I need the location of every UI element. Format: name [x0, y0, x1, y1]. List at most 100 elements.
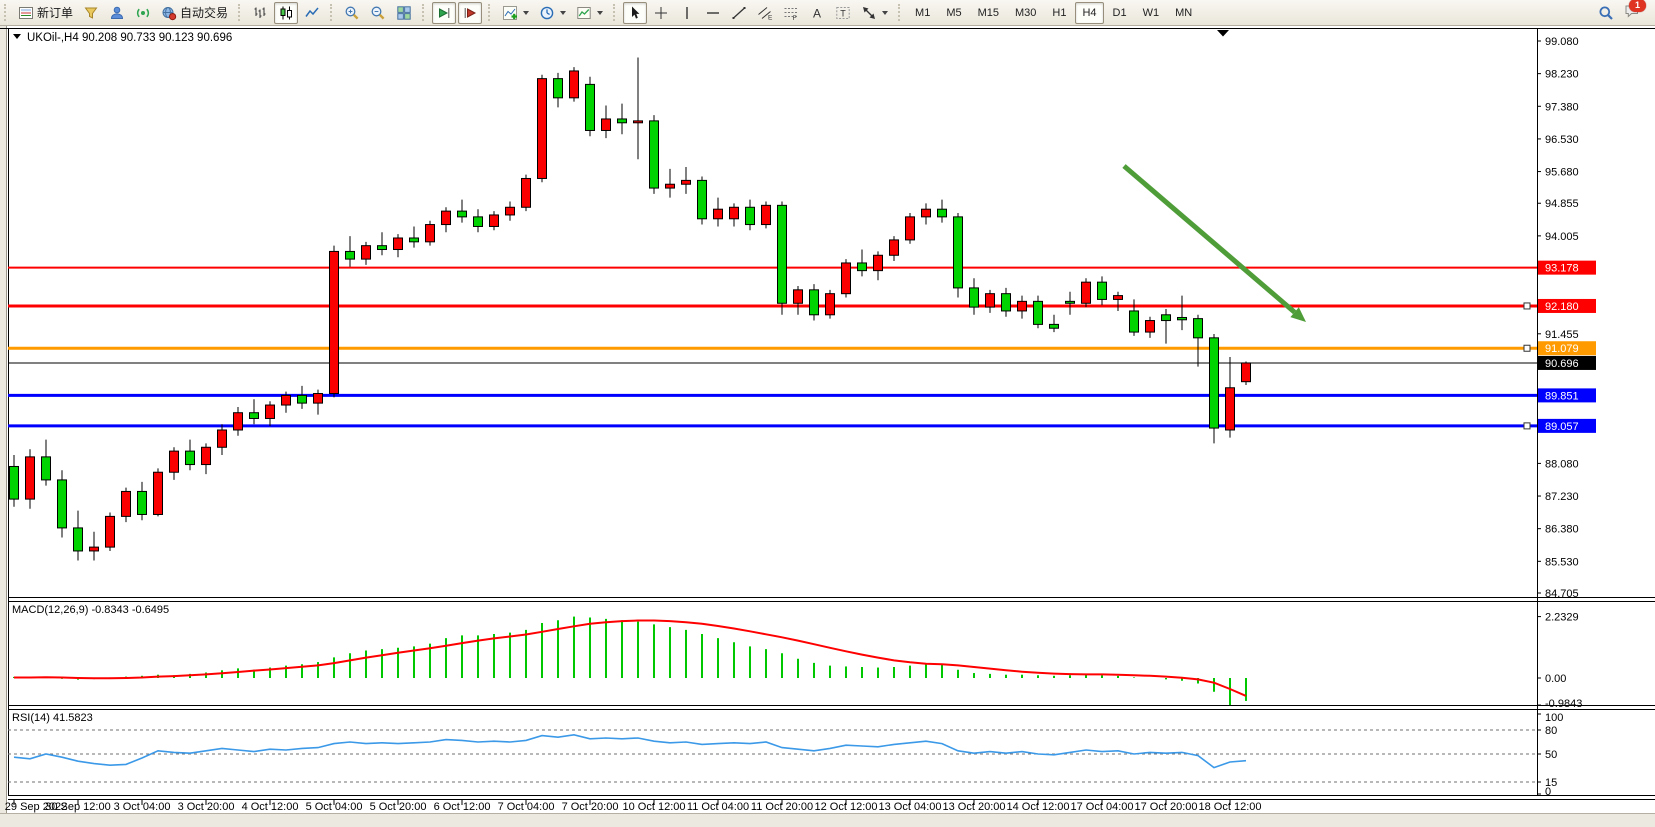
- chart-type-group: [236, 2, 327, 24]
- tile-windows-button[interactable]: [392, 2, 416, 24]
- tf-h4-button[interactable]: H4: [1075, 2, 1103, 24]
- svg-text:5 Oct 20:00: 5 Oct 20:00: [370, 801, 427, 813]
- zoom-in-icon: [344, 5, 360, 21]
- cursor-button[interactable]: [623, 2, 647, 24]
- zoom-group: [328, 2, 419, 24]
- trendline-icon: [731, 5, 747, 21]
- chart-shift-button[interactable]: [458, 2, 482, 24]
- svg-text:18 Oct 12:00: 18 Oct 12:00: [1199, 801, 1262, 813]
- community-button[interactable]: [105, 2, 129, 24]
- auto-trading-button-label: 自动交易: [180, 4, 228, 21]
- indicators-icon: [502, 5, 518, 21]
- tf-d1-button[interactable]: D1: [1106, 2, 1134, 24]
- chevron-down-icon: [560, 11, 566, 15]
- search-button[interactable]: [1594, 2, 1618, 24]
- svg-text:F: F: [793, 15, 797, 21]
- svg-text:85.530: 85.530: [1545, 556, 1579, 568]
- text-label-icon: T: [835, 5, 851, 21]
- templates-button[interactable]: [572, 2, 607, 24]
- trendline-button[interactable]: [727, 2, 751, 24]
- tf-mn-button[interactable]: MN: [1168, 2, 1199, 24]
- auto-scroll-button[interactable]: [432, 2, 456, 24]
- horizontal-line-button[interactable]: [701, 2, 725, 24]
- tf-m30-button-label: M30: [1015, 7, 1036, 19]
- funnel-icon: [83, 5, 99, 21]
- svg-text:91.079: 91.079: [1545, 343, 1579, 355]
- hline-icon: [705, 5, 721, 21]
- svg-text:98.230: 98.230: [1545, 69, 1579, 81]
- vline-icon: [679, 5, 695, 21]
- svg-text:7 Oct 20:00: 7 Oct 20:00: [562, 801, 619, 813]
- text-button[interactable]: A: [805, 2, 829, 24]
- equidistant-channel-button[interactable]: E: [753, 2, 777, 24]
- tf-w1-button[interactable]: W1: [1136, 2, 1167, 24]
- svg-text:0.00: 0.00: [1545, 673, 1566, 685]
- svg-text:80: 80: [1545, 725, 1557, 737]
- svg-text:88.080: 88.080: [1545, 458, 1579, 470]
- svg-text:T: T: [840, 8, 846, 18]
- svg-text:93.178: 93.178: [1545, 263, 1579, 275]
- chart-line-icon: [304, 5, 320, 21]
- svg-text:97.380: 97.380: [1545, 101, 1579, 113]
- insert-group: [486, 2, 610, 24]
- candlestick-chart-button[interactable]: [274, 2, 298, 24]
- svg-text:17 Oct 04:00: 17 Oct 04:00: [1071, 801, 1134, 813]
- crosshair-icon: [653, 5, 669, 21]
- news-button[interactable]: [131, 2, 155, 24]
- tf-h1-button[interactable]: H1: [1045, 2, 1073, 24]
- line-handle[interactable]: [1524, 423, 1530, 429]
- text-a-icon: A: [809, 5, 825, 21]
- svg-text:17 Oct 20:00: 17 Oct 20:00: [1135, 801, 1198, 813]
- svg-text:-0.9843: -0.9843: [1545, 698, 1582, 710]
- tf-m15-button[interactable]: M15: [971, 2, 1006, 24]
- svg-text:10 Oct 12:00: 10 Oct 12:00: [623, 801, 686, 813]
- time-scale[interactable]: 29 Sep 202230 Sep 12:003 Oct 04:003 Oct …: [5, 800, 1262, 814]
- arrows-button[interactable]: [857, 2, 892, 24]
- tf-m5-button-label: M5: [946, 7, 961, 19]
- trade-group: 新订单 自动交易: [2, 2, 235, 24]
- svg-text:100: 100: [1545, 712, 1563, 724]
- svg-text:6 Oct 12:00: 6 Oct 12:00: [434, 801, 491, 813]
- indicators-button[interactable]: [498, 2, 533, 24]
- text-label-button[interactable]: T: [831, 2, 855, 24]
- svg-text:30 Sep 12:00: 30 Sep 12:00: [45, 801, 110, 813]
- zoom-out-button[interactable]: [366, 2, 390, 24]
- tf-m30-button[interactable]: M30: [1008, 2, 1043, 24]
- svg-text:91.455: 91.455: [1545, 329, 1579, 341]
- tf-m5-button[interactable]: M5: [939, 2, 968, 24]
- new-order-button[interactable]: 新订单: [14, 2, 77, 24]
- auto-trading-button[interactable]: 自动交易: [157, 2, 232, 24]
- bottom-strip: [0, 814, 1655, 827]
- depth-button[interactable]: [79, 2, 103, 24]
- periods-button[interactable]: [535, 2, 570, 24]
- signal-icon: [135, 5, 151, 21]
- chart-area[interactable]: UKOil-,H4 90.208 90.733 90.123 90.69699.…: [0, 0, 1655, 827]
- toolbar: 新订单 自动交易 E F A T M1 M5 M15 M30 H1H4D1W1 MN 1: [0, 0, 1655, 26]
- fibonacci-button[interactable]: F: [779, 2, 803, 24]
- zoom-out-icon: [370, 5, 386, 21]
- chat-button[interactable]: 1: [1620, 2, 1644, 24]
- svg-text:94.005: 94.005: [1545, 231, 1579, 243]
- tf-m1-button[interactable]: M1: [908, 2, 937, 24]
- new-order-icon: [18, 5, 34, 21]
- drawing-group: EFAT: [611, 2, 895, 24]
- chart-shift-icon: [462, 5, 478, 21]
- notification-badge: 1: [1629, 0, 1646, 12]
- line-handle[interactable]: [1524, 303, 1530, 309]
- vertical-line-button[interactable]: [675, 2, 699, 24]
- auto-scroll-icon: [436, 5, 452, 21]
- tf-m15-button-label: M15: [978, 7, 999, 19]
- template-icon: [576, 5, 592, 21]
- svg-text:12 Oct 12:00: 12 Oct 12:00: [815, 801, 878, 813]
- svg-text:3 Oct 04:00: 3 Oct 04:00: [114, 801, 171, 813]
- svg-text:94.855: 94.855: [1545, 198, 1579, 210]
- tf-mn-button-label: MN: [1175, 7, 1192, 19]
- line-handle[interactable]: [1524, 345, 1530, 351]
- crosshair-button[interactable]: [649, 2, 673, 24]
- svg-text:A: A: [813, 6, 821, 20]
- macd-label: MACD(12,26,9) -0.8343 -0.6495: [12, 604, 169, 616]
- svg-text:99.080: 99.080: [1545, 36, 1579, 48]
- zoom-in-button[interactable]: [340, 2, 364, 24]
- bar-chart-button[interactable]: [248, 2, 272, 24]
- line-chart-button[interactable]: [300, 2, 324, 24]
